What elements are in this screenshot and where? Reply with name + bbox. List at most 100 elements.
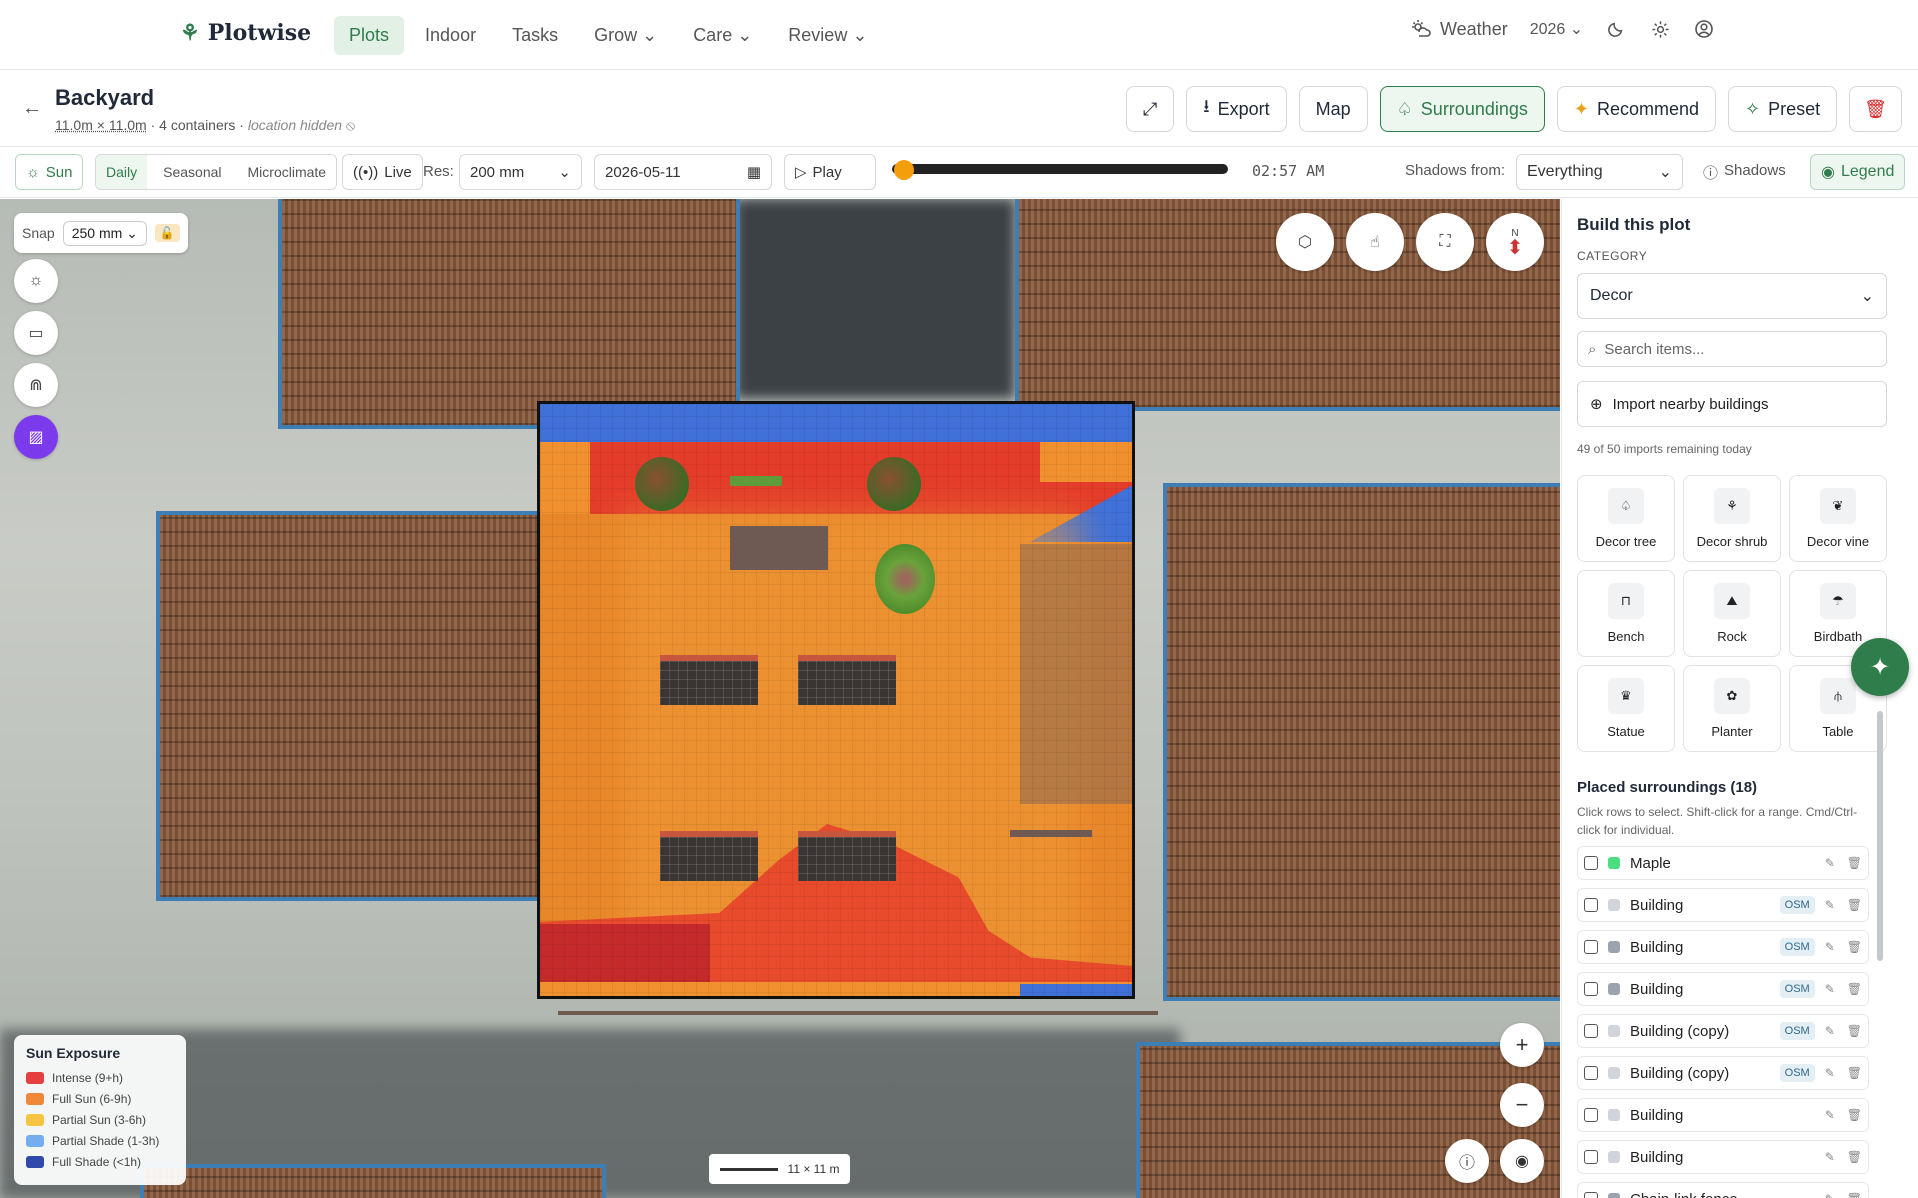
container-bed-1[interactable] [660,655,758,705]
trash-icon[interactable]: 🗑 [1847,856,1862,870]
pencil-icon[interactable]: ✎ [1825,982,1835,996]
date-input[interactable]: 2026-05-11 ▦ [594,154,772,190]
pencil-icon[interactable]: ✎ [1825,940,1835,954]
weather-link[interactable]: Weather [1410,18,1508,40]
zoom-out-button[interactable]: − [1500,1083,1544,1127]
lock-icon[interactable]: 🔓 [154,224,180,242]
pencil-icon[interactable]: ✎ [1825,1192,1835,1198]
sun-tool-button[interactable]: ☼ [14,259,58,303]
back-arrow-icon[interactable]: ← [22,97,42,120]
trash-icon[interactable]: 🗑 [1847,1150,1862,1164]
garden-plot[interactable] [537,401,1135,999]
pencil-icon[interactable]: ✎ [1825,1108,1835,1122]
gear-icon[interactable] [1649,18,1671,40]
table-object[interactable] [730,526,828,570]
image-layer-button[interactable]: ▨ [14,415,58,459]
nav-item-review[interactable]: Review ⌄ [773,16,882,55]
trash-icon[interactable]: 🗑 [1847,1108,1862,1122]
bench-object[interactable] [1010,830,1092,837]
nav-item-care[interactable]: Care ⌄ [678,16,767,55]
container-bed-4[interactable] [798,831,896,881]
preset-button[interactable]: ✧ Preset [1728,86,1838,132]
tab-seasonal[interactable]: Seasonal [153,155,231,189]
decor-tile[interactable]: ♛ Statue [1577,665,1675,752]
decor-tile[interactable]: ⚘ Decor shrub [1683,475,1781,562]
eye-off-icon[interactable]: ⦸ [346,117,355,133]
resolution-select[interactable]: 200 mm ⌄ [459,154,582,190]
shadows-from-select[interactable]: Everything ⌄ [1516,154,1683,190]
trash-icon[interactable]: 🗑 [1847,1066,1862,1080]
maple-tree[interactable] [867,457,921,511]
trash-icon[interactable]: 🗑 [1847,982,1862,996]
delete-plot-button[interactable]: 🗑 [1849,86,1902,132]
surrounding-row[interactable]: Building (copy) OSM ✎ 🗑 [1577,1014,1869,1048]
row-checkbox[interactable] [1584,1150,1598,1164]
row-checkbox[interactable] [1584,898,1598,912]
pencil-icon[interactable]: ✎ [1825,898,1835,912]
sun-toggle[interactable]: ☼ Sun [15,154,84,190]
pencil-icon[interactable]: ✎ [1825,1024,1835,1038]
row-checkbox[interactable] [1584,1192,1598,1198]
tab-daily[interactable]: Daily [96,155,148,189]
info-button[interactable]: ⓘ [1445,1139,1489,1183]
pencil-icon[interactable]: ✎ [1825,856,1835,870]
rectangle-tool-button[interactable]: ▭ [14,311,58,355]
decor-tile[interactable]: ♤ Decor tree [1577,475,1675,562]
row-checkbox[interactable] [1584,982,1598,996]
arch-tool-button[interactable]: ⋒ [14,363,58,407]
row-checkbox[interactable] [1584,856,1598,870]
legend-toggle[interactable]: ◉ Legend [1810,154,1906,190]
building-roof[interactable] [278,199,740,429]
row-checkbox[interactable] [1584,1108,1598,1122]
map-button[interactable]: Map [1298,86,1368,132]
trash-icon[interactable]: 🗑 [1847,898,1862,912]
zoom-in-button[interactable]: + [1500,1023,1544,1067]
decor-tile[interactable]: ⛰ Rock [1683,570,1781,657]
row-checkbox[interactable] [1584,1066,1598,1080]
pencil-icon[interactable]: ✎ [1825,1150,1835,1164]
play-button[interactable]: ▷ Play [784,154,876,190]
list-scrollbar[interactable] [1877,711,1883,961]
export-button[interactable]: ⭳ Export [1186,86,1287,132]
year-select[interactable]: 2026 ⌄ [1530,19,1583,39]
small-planter[interactable] [730,476,782,486]
container-bed-2[interactable] [798,655,896,705]
time-slider-track[interactable] [892,164,1228,174]
nav-item-indoor[interactable]: Indoor [410,16,491,55]
nav-item-grow[interactable]: Grow ⌄ [579,16,672,55]
search-input[interactable]: ⌕ Search items... [1577,331,1887,367]
surroundings-button[interactable]: ♤ Surroundings [1379,86,1545,132]
moon-icon[interactable] [1605,18,1627,40]
surrounding-row[interactable]: Chain-link fence✎🗑 [1577,1182,1869,1198]
nav-item-tasks[interactable]: Tasks [497,16,573,55]
nav-item-plots[interactable]: Plots [334,16,405,55]
surrounding-row[interactable]: Maple ✎ 🗑 [1577,846,1869,880]
live-toggle[interactable]: ((•)) Live [342,154,423,190]
container-bed-3[interactable] [660,831,758,881]
pencil-icon[interactable]: ✎ [1825,1066,1835,1080]
row-checkbox[interactable] [1584,1024,1598,1038]
plot-canvas[interactable]: Snap 250 mm ⌄ 🔓 ☼ ▭ ⋒ ▨ ⬡ ☝ ⛶ N ⬍ Sun Ex… [0,199,1560,1198]
building-roof[interactable] [1163,483,1560,1001]
surrounding-row[interactable]: Building OSM ✎ 🗑 [1577,930,1869,964]
building-roof[interactable] [140,1164,606,1198]
pan-tool-button[interactable]: ☝ [1346,213,1404,271]
surrounding-row[interactable]: Building OSM ✎ 🗑 [1577,972,1869,1006]
decor-tile[interactable]: ⊓ Bench [1577,570,1675,657]
3d-view-button[interactable]: ⬡ [1276,213,1334,271]
plot-dimensions[interactable]: 11.0m × 11.0m [55,117,147,133]
compass-button[interactable]: N ⬍ [1486,213,1544,271]
category-select[interactable]: Decor ⌄ [1577,273,1887,319]
surrounding-row[interactable]: Building ✎ 🗑 [1577,1140,1869,1174]
ai-assistant-button[interactable]: ✦ [1851,638,1909,696]
decor-tile[interactable]: ❦ Decor vine [1789,475,1887,562]
decor-tile[interactable]: ✿ Planter [1683,665,1781,752]
trash-icon[interactable]: 🗑 [1847,940,1862,954]
trash-icon[interactable]: 🗑 [1847,1024,1862,1038]
chain-link-fence[interactable] [558,1011,1158,1015]
maple-tree[interactable] [635,457,689,511]
shadows-toggle[interactable]: ⓘ Shadows [1703,162,1786,183]
import-buildings-button[interactable]: ⊕ Import nearby buildings [1577,381,1887,427]
surrounding-row[interactable]: Building ✎ 🗑 [1577,1098,1869,1132]
fit-view-button[interactable]: ⛶ [1416,213,1474,271]
